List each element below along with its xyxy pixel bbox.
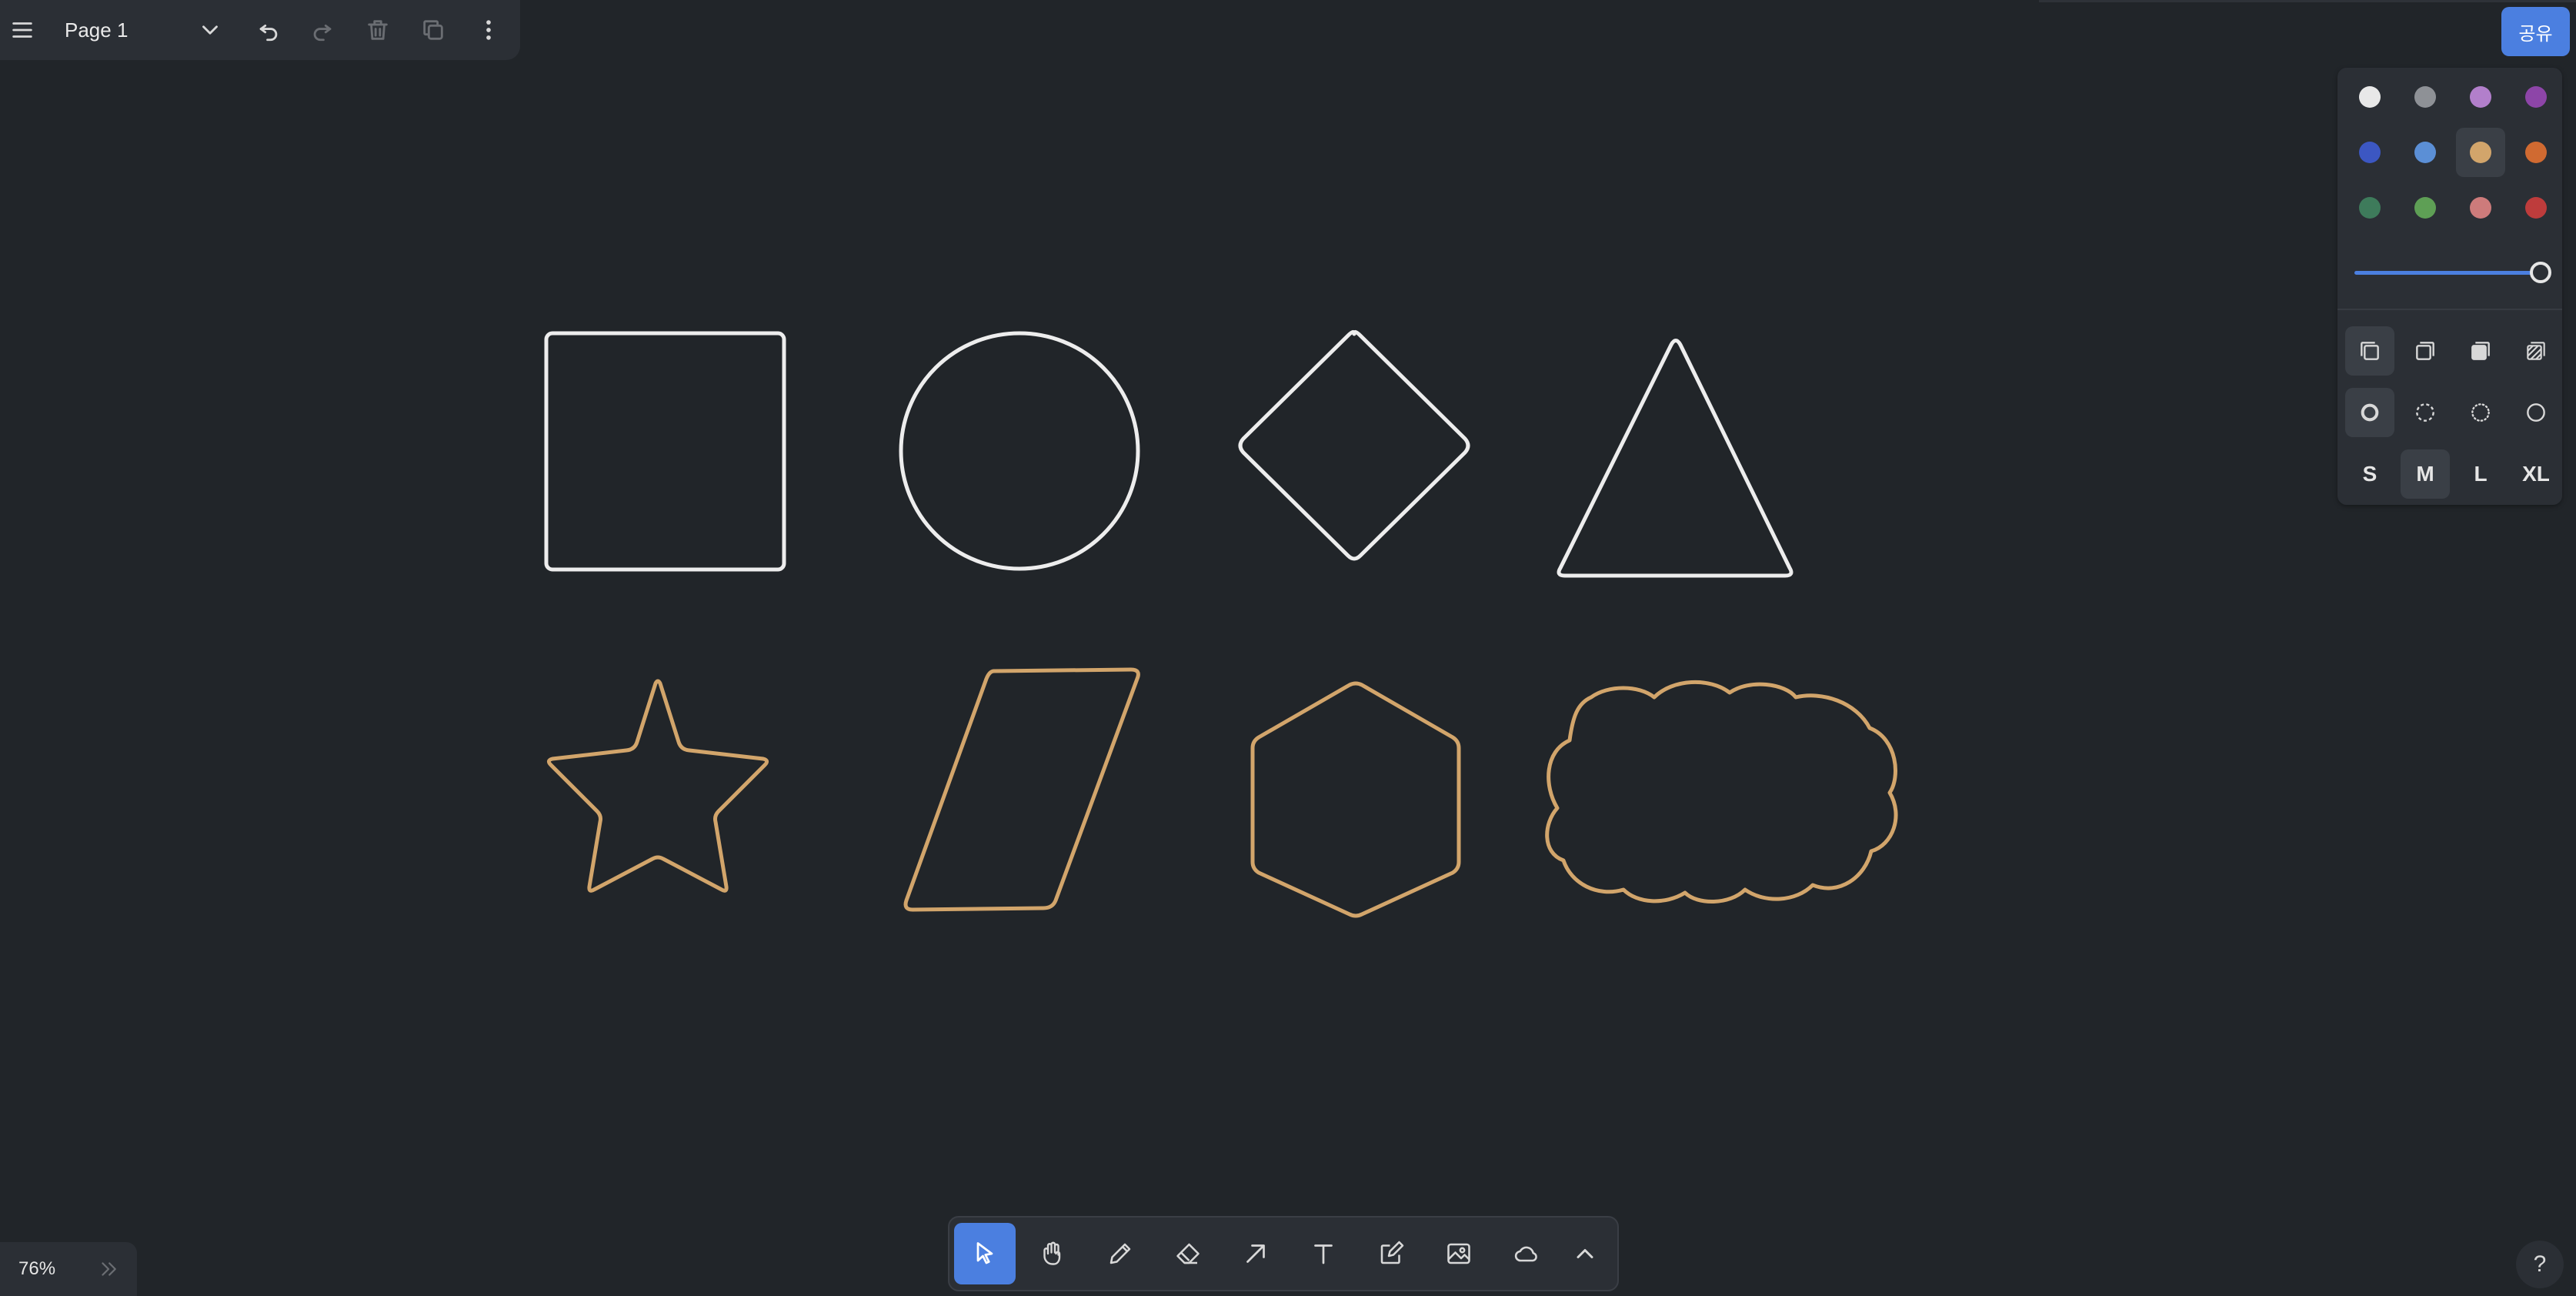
zoom-control: 76% [0,1242,137,1296]
trash-icon[interactable] [351,3,405,57]
drawing-canvas[interactable] [0,0,2576,1296]
fill-semi-icon[interactable] [2401,326,2450,376]
shape-cloud[interactable] [1545,680,1898,904]
dash-draw-icon[interactable] [2345,388,2394,437]
color-blue[interactable] [2345,128,2394,177]
shape-ellipse[interactable] [899,331,1140,571]
color-light-blue[interactable] [2401,128,2450,177]
whiteboard-app: Page 1 공유 S M L XL 76% ? [0,0,2576,1296]
panel-divider [2337,309,2562,310]
color-yellow[interactable] [2456,128,2505,177]
size-l-button[interactable]: L [2456,449,2505,499]
dash-dotted-icon[interactable] [2456,388,2505,437]
color-light-red[interactable] [2456,183,2505,232]
color-grey[interactable] [2401,72,2450,122]
help-button[interactable]: ? [2516,1241,2564,1288]
shape-star[interactable] [546,679,769,893]
dash-dashed-icon[interactable] [2401,388,2450,437]
size-s-button[interactable]: S [2345,449,2394,499]
opacity-slider-thumb[interactable] [2530,262,2551,283]
color-light-green[interactable] [2401,183,2450,232]
image-icon[interactable] [1428,1223,1490,1284]
duplicate-icon[interactable] [406,3,460,57]
zoom-level[interactable]: 76% [18,1242,55,1296]
eraser-icon[interactable] [1157,1223,1219,1284]
select-icon[interactable] [954,1223,1016,1284]
page-name[interactable]: Page 1 [65,0,128,60]
size-xl-button[interactable]: XL [2511,449,2561,499]
note-icon[interactable] [1360,1223,1422,1284]
arrow-icon[interactable] [1225,1223,1286,1284]
color-light-violet[interactable] [2456,72,2505,122]
color-green[interactable] [2345,183,2394,232]
style-panel: S M L XL [2337,68,2562,505]
color-white[interactable] [2345,72,2394,122]
color-orange[interactable] [2511,128,2561,177]
chevrons-right-icon[interactable] [89,1250,128,1288]
text-icon[interactable] [1293,1223,1354,1284]
fill-none-icon[interactable] [2345,326,2394,376]
top-right-edge [2039,0,2576,2]
page-menu-bar: Page 1 [0,0,520,60]
shape-triangle[interactable] [1557,339,1794,578]
shape-hexagon[interactable] [1250,681,1461,918]
more-vertical-icon[interactable] [462,3,516,57]
share-button[interactable]: 공유 [2501,7,2570,56]
cloud-icon[interactable] [1496,1223,1557,1284]
hand-icon[interactable] [1022,1223,1083,1284]
undo-icon[interactable] [242,3,295,57]
dash-solid-icon[interactable] [2511,388,2561,437]
fill-solid-icon[interactable] [2456,326,2505,376]
shape-diamond[interactable] [1238,329,1470,561]
opacity-slider-track[interactable] [2354,271,2533,275]
chevron-up-icon[interactable] [1554,1223,1616,1284]
tool-toolbar [948,1216,1619,1291]
shape-rectangle[interactable] [544,331,786,572]
color-red[interactable] [2511,183,2561,232]
menu-icon[interactable] [0,3,49,57]
chevron-down-icon[interactable] [183,3,237,57]
size-m-button[interactable]: M [2401,449,2450,499]
draw-icon[interactable] [1089,1223,1151,1284]
fill-pattern-icon[interactable] [2511,326,2561,376]
shape-trapezoid[interactable] [903,667,1140,912]
color-violet[interactable] [2511,72,2561,122]
redo-icon[interactable] [295,3,349,57]
